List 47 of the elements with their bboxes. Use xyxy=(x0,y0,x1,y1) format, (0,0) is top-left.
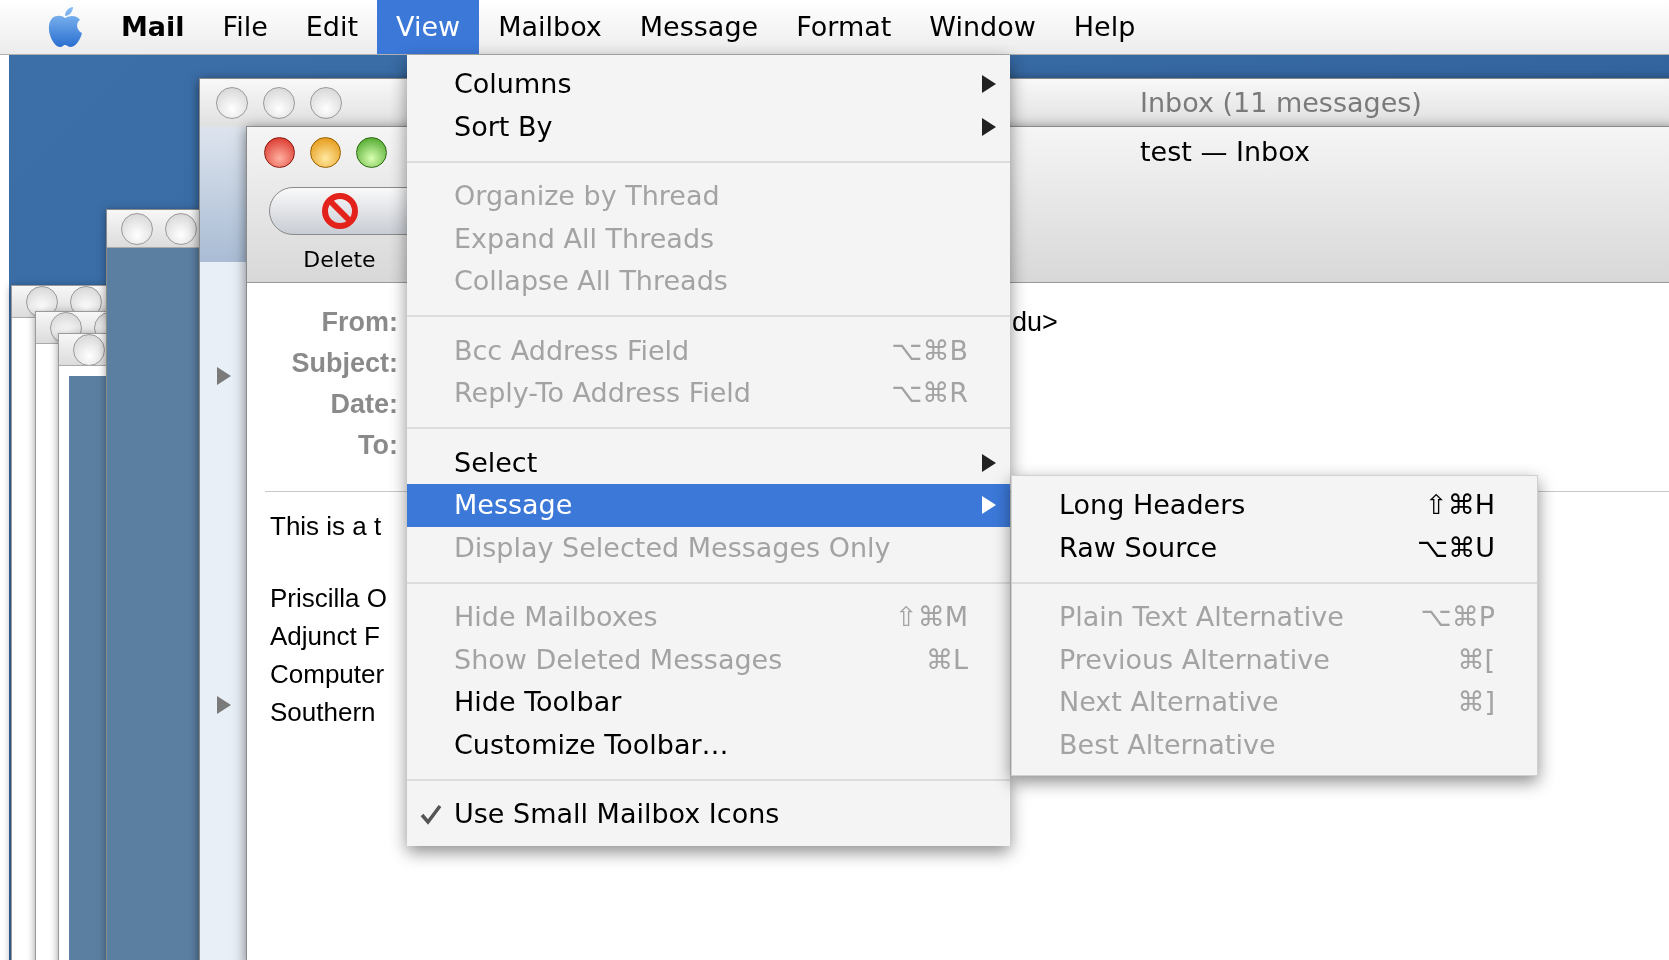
disclosure-triangle-icon[interactable] xyxy=(215,366,232,386)
body-text: This is a t xyxy=(270,510,382,543)
window-title: test — Inbox xyxy=(1140,134,1310,169)
menu-bar-item[interactable]: Format xyxy=(777,0,911,54)
menu-item[interactable]: Hide Toolbar xyxy=(407,681,1010,724)
menu-item[interactable]: Customize Toolbar… xyxy=(407,723,1010,766)
submenu-arrow-icon xyxy=(981,74,997,95)
apple-logo-icon[interactable] xyxy=(46,6,84,48)
window-button[interactable] xyxy=(216,87,248,119)
window-button[interactable] xyxy=(121,212,153,245)
menu-item[interactable]: Select xyxy=(407,441,1010,484)
window-button[interactable] xyxy=(165,212,197,245)
menu-item[interactable]: Sort By xyxy=(407,105,1010,148)
menu-bar-item[interactable]: View xyxy=(377,0,480,54)
menu-item[interactable]: Raw Source ⌥⌘U xyxy=(1012,526,1537,569)
header-label: To: xyxy=(357,429,398,463)
header-label: Date: xyxy=(329,388,398,422)
menu-item[interactable]: Message xyxy=(407,484,1010,527)
minimize-button[interactable] xyxy=(310,136,341,168)
menu-item[interactable]: Use Small Mailbox Icons xyxy=(407,793,1010,836)
menu-bar-item[interactable]: Mail xyxy=(102,0,204,54)
prohibited-icon xyxy=(320,192,359,230)
menu-item[interactable]: Long Headers ⇧⌘H xyxy=(1012,484,1537,527)
menu-bar-item[interactable]: Window xyxy=(910,0,1055,54)
menu-bar-item[interactable]: Help xyxy=(1054,0,1155,54)
checkmark-icon xyxy=(419,803,442,826)
body-text: Adjunct F xyxy=(270,620,380,653)
menu-bar-item[interactable]: Mailbox xyxy=(479,0,621,54)
close-button[interactable] xyxy=(264,136,295,168)
disclosure-triangle-icon[interactable] xyxy=(215,695,232,715)
body-text: Southern xyxy=(270,696,376,729)
header-label: From: xyxy=(320,306,398,340)
header-value: du> xyxy=(1012,306,1058,340)
window-button[interactable] xyxy=(263,87,295,119)
window-button[interactable] xyxy=(310,87,342,119)
menu-bar-item[interactable]: Edit xyxy=(286,0,378,54)
body-text: Priscilla O xyxy=(270,582,387,615)
window-title: Inbox (11 messages) xyxy=(1140,85,1422,120)
submenu-arrow-icon xyxy=(981,116,997,137)
submenu-arrow-icon xyxy=(981,452,997,473)
menu-bar-item[interactable]: Message xyxy=(620,0,778,54)
menu-item[interactable]: Columns xyxy=(407,63,1010,106)
body-text: Computer xyxy=(270,658,385,691)
header-label: Subject: xyxy=(290,347,398,381)
zoom-button[interactable] xyxy=(356,136,387,168)
submenu-arrow-icon xyxy=(981,495,997,516)
menu-bar-item[interactable]: File xyxy=(203,0,287,54)
